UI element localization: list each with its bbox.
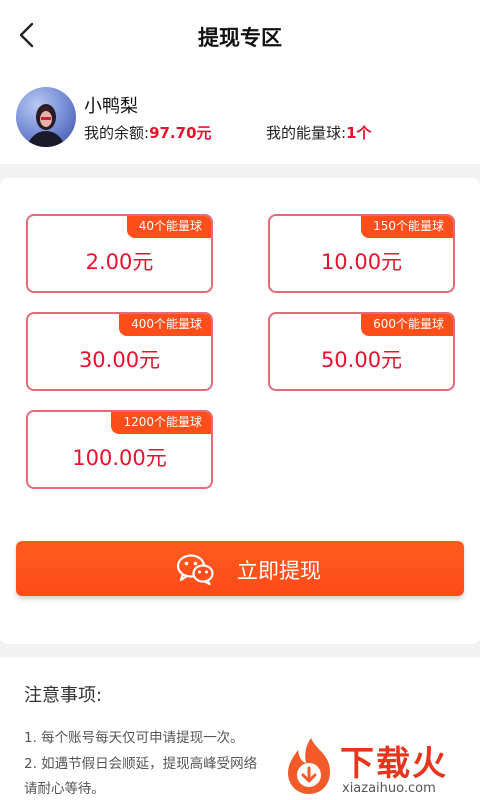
energy-cost-badge: 1200个能量球 (111, 412, 211, 434)
top-bar: 提现专区 (0, 0, 480, 72)
withdraw-amount: 10.00元 (320, 250, 403, 274)
page-title: 提现专区 (198, 26, 282, 50)
note-item: 请耐心等待。 (24, 781, 105, 797)
withdraw-option-10[interactable]: 150个能量球 10.00元 (268, 214, 455, 293)
energy-text: 我的能量球:1个 (266, 122, 372, 143)
balance-label: 我的余额: (84, 124, 150, 142)
flame-logo-icon (288, 738, 330, 794)
energy-cost-badge: 40个能量球 (126, 216, 211, 238)
withdraw-amount: 50.00元 (320, 348, 403, 372)
withdraw-now-button[interactable]: 立即提现 (16, 541, 464, 596)
energy-value: 1个 (346, 124, 372, 142)
balance-value: 97.70元 (149, 124, 212, 142)
energy-cost-badge: 400个能量球 (119, 314, 211, 336)
note-item: 2. 如遇节假日会顺延，提现高峰受网络 (24, 756, 258, 772)
withdraw-amount: 2.00元 (85, 250, 154, 274)
username: 小鸭梨 (84, 96, 138, 117)
notes-title: 注意事项: (24, 685, 103, 706)
watermark-text: 下载火 (340, 744, 448, 784)
withdraw-now-label: 立即提现 (237, 559, 321, 583)
avatar[interactable] (16, 87, 76, 147)
withdraw-amount: 100.00元 (72, 446, 167, 470)
wechat-icon (176, 554, 214, 585)
energy-label: 我的能量球: (266, 124, 347, 142)
energy-cost-badge: 600个能量球 (361, 314, 453, 336)
watermark-url: xiazaihuo.com (342, 781, 436, 796)
withdraw-option-50[interactable]: 600个能量球 50.00元 (268, 312, 455, 391)
withdraw-amount: 30.00元 (78, 348, 161, 372)
withdraw-option-2[interactable]: 40个能量球 2.00元 (26, 214, 213, 293)
watermark: 下载火 xiazaihuo.com (282, 736, 480, 800)
user-info-panel: 小鸭梨 我的余额:97.70元 我的能量球:1个 (0, 72, 480, 164)
withdraw-option-100[interactable]: 1200个能量球 100.00元 (26, 410, 213, 489)
withdraw-option-30[interactable]: 400个能量球 30.00元 (26, 312, 213, 391)
note-item: 1. 每个账号每天仅可申请提现一次。 (24, 730, 244, 746)
balance-text: 我的余额:97.70元 (84, 122, 212, 143)
energy-cost-badge: 150个能量球 (361, 216, 453, 238)
